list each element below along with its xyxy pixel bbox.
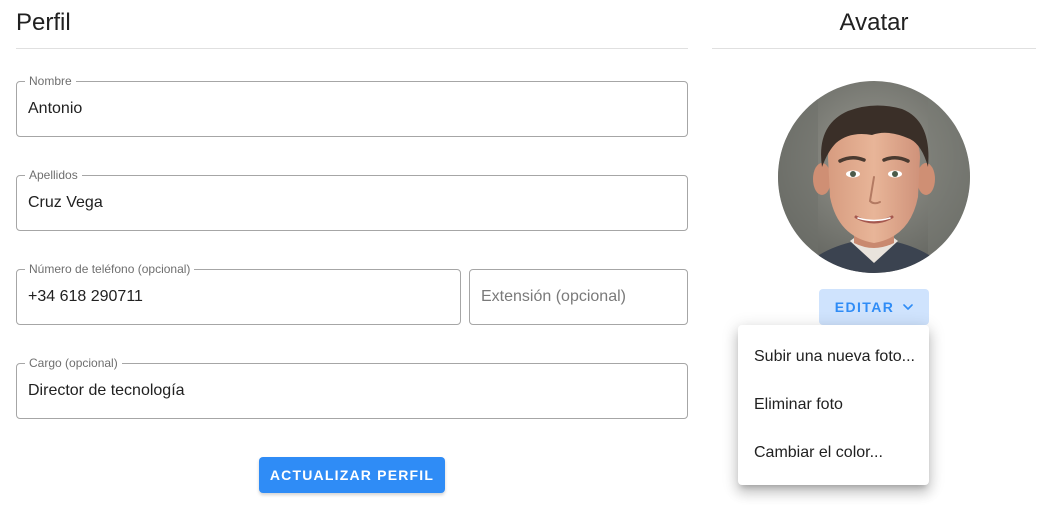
chevron-down-icon	[903, 304, 914, 310]
profile-divider	[16, 48, 688, 49]
profile-title: Perfil	[16, 9, 71, 36]
edit-avatar-button[interactable]: EDITAR	[819, 289, 929, 325]
extension-input[interactable]	[481, 270, 674, 324]
first-name-input[interactable]	[28, 82, 674, 136]
menu-item-remove-photo[interactable]: Eliminar foto	[738, 381, 929, 429]
edit-avatar-label: EDITAR	[834, 299, 895, 315]
avatar-options-menu: Subir una nueva foto... Eliminar foto Ca…	[738, 325, 929, 485]
job-title-input[interactable]	[28, 364, 674, 418]
extension-field[interactable]	[469, 269, 688, 325]
menu-item-upload-photo[interactable]: Subir una nueva foto...	[738, 333, 929, 381]
update-profile-button[interactable]: ACTUALIZAR PERFIL	[259, 457, 445, 493]
last-name-input[interactable]	[28, 176, 674, 230]
avatar-divider	[712, 48, 1036, 49]
phone-field[interactable]: Número de teléfono (opcional)	[16, 262, 461, 325]
job-title-field[interactable]: Cargo (opcional)	[16, 356, 688, 419]
menu-item-change-color[interactable]: Cambiar el color...	[738, 429, 929, 477]
avatar-photo	[778, 81, 970, 273]
first-name-field[interactable]: Nombre	[16, 74, 688, 137]
phone-input[interactable]	[28, 270, 447, 324]
last-name-field[interactable]: Apellidos	[16, 168, 688, 231]
avatar-title: Avatar	[839, 9, 909, 36]
